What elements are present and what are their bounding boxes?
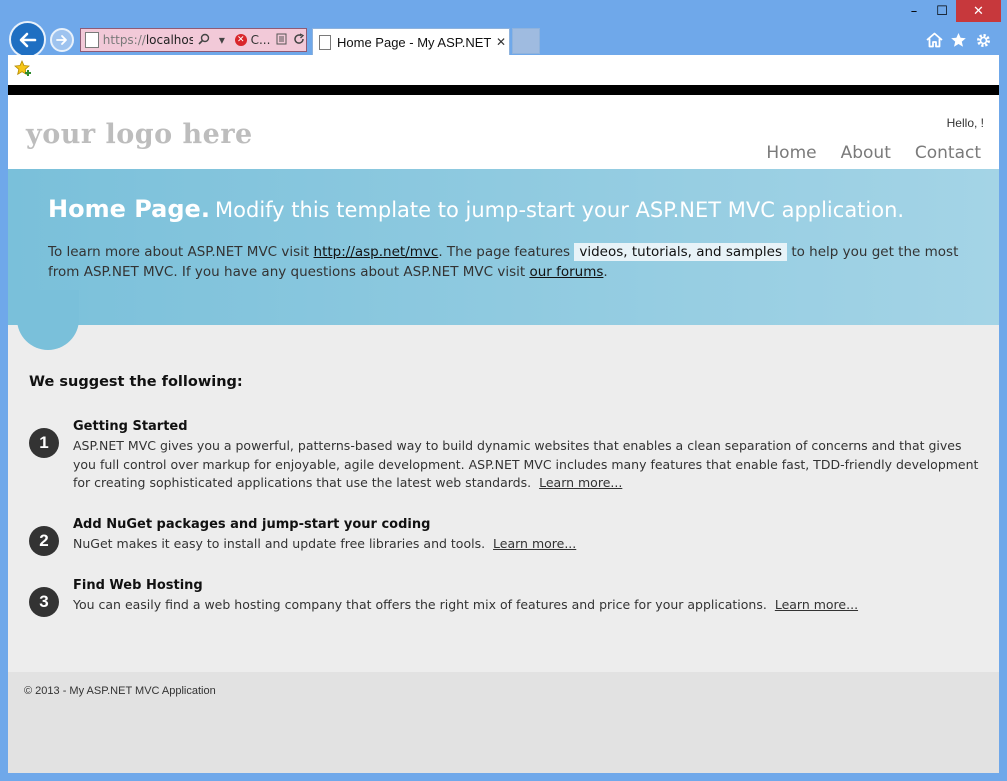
forums-link[interactable]: our forums: [529, 264, 603, 280]
nav-contact[interactable]: Contact: [915, 143, 981, 163]
step-body: NuGet makes it easy to install and updat…: [73, 535, 979, 554]
favorites-bar: [8, 55, 999, 85]
certificate-error-icon[interactable]: ✕: [234, 34, 247, 46]
hero-title: Home Page. Modify this template to jump-…: [48, 195, 904, 223]
main-nav: Home About Contact: [766, 143, 981, 163]
learn-more-link[interactable]: Learn more...: [493, 536, 576, 551]
step-title: Add NuGet packages and jump-start your c…: [73, 517, 431, 532]
step-description: ASP.NET MVC gives you a powerful, patter…: [73, 438, 979, 490]
site-header: your logo here Hello, ! Home About Conta…: [8, 95, 999, 169]
step-body: ASP.NET MVC gives you a powerful, patter…: [73, 437, 979, 493]
hero-highlight: videos, tutorials, and samples: [574, 243, 788, 261]
address-bar[interactable]: https://localhost ▾ ✕ C...: [80, 28, 307, 52]
favorites-star-icon[interactable]: [948, 30, 968, 50]
step-number: 2: [29, 526, 59, 556]
search-icon[interactable]: [197, 33, 211, 48]
page-viewport: your logo here Hello, ! Home About Conta…: [8, 95, 999, 773]
step-title: Find Web Hosting: [73, 578, 203, 593]
dropdown-arrow-icon[interactable]: ▾: [215, 33, 229, 47]
browser-window: https://localhost ▾ ✕ C... Home Page - M…: [0, 0, 1007, 781]
forward-arrow-icon: [56, 35, 67, 45]
certificate-error-label: C...: [250, 33, 271, 47]
page-icon: [85, 32, 99, 48]
minimize-button[interactable]: –: [900, 0, 928, 22]
tab-title: Home Page - My ASP.NET ...: [337, 34, 493, 50]
page-top-bar: [8, 85, 999, 95]
add-favorites-icon[interactable]: [14, 60, 32, 80]
step-number: 3: [29, 587, 59, 617]
address-url[interactable]: https://localhost: [103, 33, 193, 47]
featured-banner: Home Page. Modify this template to jump-…: [8, 169, 999, 325]
tab-close-icon[interactable]: ✕: [493, 35, 509, 49]
learn-more-link[interactable]: Learn more...: [775, 597, 858, 612]
hero-title-rest: Modify this template to jump-start your …: [215, 198, 905, 222]
step-description: NuGet makes it easy to install and updat…: [73, 536, 486, 551]
url-protocol: https://: [102, 33, 146, 47]
tab-page-icon: [319, 34, 331, 50]
step-title: Getting Started: [73, 419, 188, 434]
close-button[interactable]: ✕: [956, 0, 1001, 22]
hero-title-bold: Home Page.: [48, 195, 210, 223]
tab-home-page[interactable]: Home Page - My ASP.NET ... ✕: [312, 28, 510, 55]
step-body: You can easily find a web hosting compan…: [73, 596, 979, 615]
new-tab-button[interactable]: [512, 28, 540, 54]
forward-button[interactable]: [50, 28, 74, 52]
learn-more-link[interactable]: Learn more...: [539, 475, 622, 490]
hero-text-part: .: [603, 264, 608, 280]
step-description: You can easily find a web hosting compan…: [73, 597, 767, 612]
asp-net-link[interactable]: http://asp.net/mvc: [314, 244, 439, 260]
hero-text-part: . The page features: [438, 244, 571, 260]
greeting: Hello, !: [946, 116, 984, 130]
home-icon[interactable]: [924, 30, 944, 50]
site-footer: © 2013 - My ASP.NET MVC Application: [8, 672, 999, 773]
maximize-button[interactable]: ☐: [928, 0, 956, 22]
hero-text: To learn more about ASP.NET MVC visit ht…: [48, 242, 968, 282]
banner-tail: [17, 290, 79, 350]
nav-home[interactable]: Home: [766, 143, 816, 163]
back-arrow-icon: [19, 32, 36, 47]
hero-text-part: To learn more about ASP.NET MVC visit: [48, 244, 310, 260]
compatibility-view-icon[interactable]: [274, 33, 288, 48]
browser-titlebar: https://localhost ▾ ✕ C... Home Page - M…: [0, 0, 1007, 58]
site-logo[interactable]: your logo here: [26, 119, 253, 150]
suggest-heading: We suggest the following:: [29, 374, 243, 390]
back-button[interactable]: [9, 21, 46, 58]
settings-gear-icon[interactable]: [973, 30, 993, 50]
nav-about[interactable]: About: [841, 143, 891, 163]
url-host: localhost: [145, 33, 194, 47]
refresh-icon[interactable]: [292, 32, 306, 48]
step-number: 1: [29, 428, 59, 458]
copyright: © 2013 - My ASP.NET MVC Application: [24, 685, 216, 697]
